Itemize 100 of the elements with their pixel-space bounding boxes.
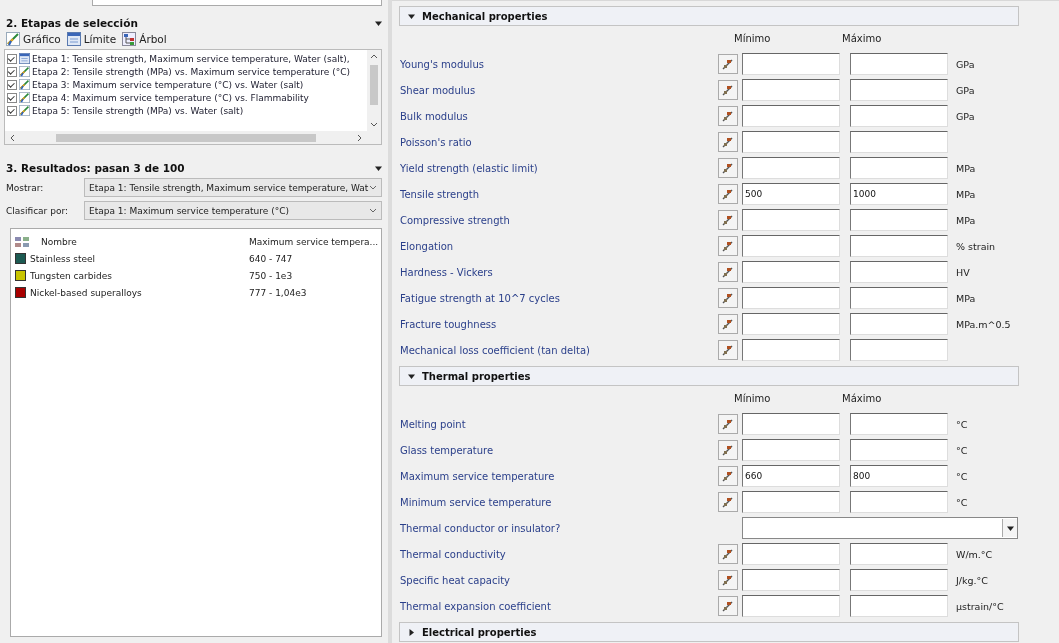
input-field[interactable] bbox=[742, 53, 840, 75]
property-label[interactable]: Specific heat capacity bbox=[400, 574, 718, 586]
input-field[interactable] bbox=[850, 157, 948, 179]
input-field[interactable] bbox=[850, 413, 948, 435]
column-header[interactable]: Nombre bbox=[41, 236, 77, 247]
input-field[interactable] bbox=[742, 235, 840, 257]
scroll-up-icon[interactable] bbox=[370, 53, 378, 59]
property-label[interactable]: Thermal expansion coefficient bbox=[400, 600, 718, 612]
toolbar-button[interactable]: Límite bbox=[66, 32, 117, 46]
property-label[interactable]: Thermal conductivity bbox=[400, 548, 718, 560]
input-field[interactable] bbox=[742, 209, 840, 231]
stage-label[interactable]: Etapa 2: Tensile strength (MPa) vs. Maximum service temperature (°C) bbox=[32, 66, 350, 77]
expand-icon[interactable] bbox=[408, 372, 415, 380]
chart-button[interactable] bbox=[718, 596, 738, 616]
input-field[interactable] bbox=[850, 595, 948, 617]
stage-label[interactable]: Etapa 4: Maximum service temperature (°C) vs. Flammability bbox=[32, 92, 309, 103]
property-label[interactable]: Shear modulus bbox=[400, 84, 718, 96]
table-cell[interactable]: Stainless steel bbox=[30, 253, 96, 264]
input-field[interactable] bbox=[92, 0, 382, 6]
input-field[interactable]: 1000 bbox=[850, 183, 948, 205]
input-field[interactable] bbox=[850, 569, 948, 591]
property-label[interactable]: Fatigue strength at 10^7 cycles bbox=[400, 292, 718, 304]
scroll-down-icon[interactable] bbox=[370, 122, 378, 128]
toolbar-button[interactable]: Árbol bbox=[122, 32, 167, 46]
input-field[interactable] bbox=[742, 413, 840, 435]
input-field[interactable] bbox=[742, 595, 840, 617]
toolbar-button[interactable]: Gráfico bbox=[6, 32, 61, 46]
input-field[interactable] bbox=[742, 439, 840, 461]
input-field[interactable] bbox=[850, 235, 948, 257]
chart-button[interactable] bbox=[718, 132, 738, 152]
input-field[interactable] bbox=[742, 569, 840, 591]
chevron-down-icon[interactable] bbox=[369, 185, 377, 190]
chart-button[interactable] bbox=[718, 210, 738, 230]
input-field[interactable] bbox=[850, 339, 948, 361]
chart-button[interactable] bbox=[718, 440, 738, 460]
input-field[interactable]: 500 bbox=[742, 183, 840, 205]
table-cell[interactable]: Nickel-based superalloys bbox=[30, 287, 142, 298]
property-label[interactable]: Tensile strength bbox=[400, 188, 718, 200]
dropdown[interactable]: Etapa 1: Maximum service temperature (°C) bbox=[84, 201, 382, 220]
input-field[interactable] bbox=[850, 79, 948, 101]
stage-label[interactable]: Etapa 1: Tensile strength, Maximum service temperature, Water (salt), bbox=[32, 53, 350, 64]
expand-icon[interactable] bbox=[408, 12, 415, 20]
group-header[interactable]: Electrical properties bbox=[399, 622, 1019, 642]
property-label[interactable]: Glass temperature bbox=[400, 444, 718, 456]
chart-button[interactable] bbox=[718, 314, 738, 334]
chart-button[interactable] bbox=[718, 158, 738, 178]
property-label[interactable]: Maximum service temperature bbox=[400, 470, 718, 482]
input-field[interactable]: 800 bbox=[850, 465, 948, 487]
property-label[interactable]: Elongation bbox=[400, 240, 718, 252]
stage-label[interactable]: Etapa 5: Tensile strength (MPa) vs. Water (salt) bbox=[32, 105, 244, 116]
input-field[interactable] bbox=[742, 261, 840, 283]
grid-icon[interactable] bbox=[15, 236, 29, 247]
chart-button[interactable] bbox=[718, 492, 738, 512]
chart-button[interactable] bbox=[718, 340, 738, 360]
dropdown[interactable]: Etapa 1: Tensile strength, Maximum service temperature, Wat bbox=[84, 178, 382, 197]
input-field[interactable] bbox=[742, 105, 840, 127]
chart-button[interactable] bbox=[718, 414, 738, 434]
chart-button[interactable] bbox=[718, 288, 738, 308]
property-label[interactable]: Poisson's ratio bbox=[400, 136, 718, 148]
expand-icon[interactable] bbox=[408, 628, 415, 636]
input-field[interactable] bbox=[742, 131, 840, 153]
property-label[interactable]: Compressive strength bbox=[400, 214, 718, 226]
input-field[interactable] bbox=[742, 339, 840, 361]
input-field[interactable] bbox=[742, 543, 840, 565]
property-label[interactable]: Melting point bbox=[400, 418, 718, 430]
input-field[interactable] bbox=[850, 105, 948, 127]
column-header[interactable]: Maximum service tempera... bbox=[249, 236, 379, 247]
property-label[interactable]: Mechanical loss coefficient (tan delta) bbox=[400, 344, 718, 356]
chart-button[interactable] bbox=[718, 466, 738, 486]
checkbox[interactable] bbox=[7, 105, 17, 116]
property-label[interactable]: Fracture toughness bbox=[400, 318, 718, 330]
input-field[interactable] bbox=[850, 53, 948, 75]
scroll-right-icon[interactable] bbox=[357, 133, 363, 142]
chart-button[interactable] bbox=[718, 236, 738, 256]
chart-button[interactable] bbox=[718, 184, 738, 204]
property-label[interactable]: Thermal conductor or insulator? bbox=[400, 522, 718, 534]
checkbox[interactable] bbox=[7, 66, 17, 77]
property-label[interactable]: Minimum service temperature bbox=[400, 496, 718, 508]
chart-button[interactable] bbox=[718, 570, 738, 590]
input-field[interactable] bbox=[850, 261, 948, 283]
input-field[interactable] bbox=[742, 313, 840, 335]
group-header[interactable]: Thermal properties bbox=[399, 366, 1019, 386]
input-field[interactable] bbox=[742, 491, 840, 513]
dropdown-arrow-icon[interactable] bbox=[1006, 524, 1014, 532]
chevron-down-icon[interactable] bbox=[369, 208, 377, 213]
input-field[interactable] bbox=[850, 313, 948, 335]
input-field[interactable] bbox=[850, 543, 948, 565]
checkbox[interactable] bbox=[7, 79, 17, 90]
stage-label[interactable]: Etapa 3: Maximum service temperature (°C) vs. Water (salt) bbox=[32, 79, 304, 90]
input-field[interactable] bbox=[742, 157, 840, 179]
input-field[interactable] bbox=[850, 209, 948, 231]
input-field[interactable] bbox=[850, 131, 948, 153]
chart-button[interactable] bbox=[718, 106, 738, 126]
property-label[interactable]: Hardness - Vickers bbox=[400, 266, 718, 278]
chart-button[interactable] bbox=[718, 262, 738, 282]
input-field[interactable] bbox=[850, 287, 948, 309]
scroll-left-icon[interactable] bbox=[9, 133, 15, 142]
input-field[interactable] bbox=[742, 287, 840, 309]
collapse-icon[interactable] bbox=[375, 164, 382, 172]
group-header[interactable]: Mechanical properties bbox=[399, 6, 1019, 26]
